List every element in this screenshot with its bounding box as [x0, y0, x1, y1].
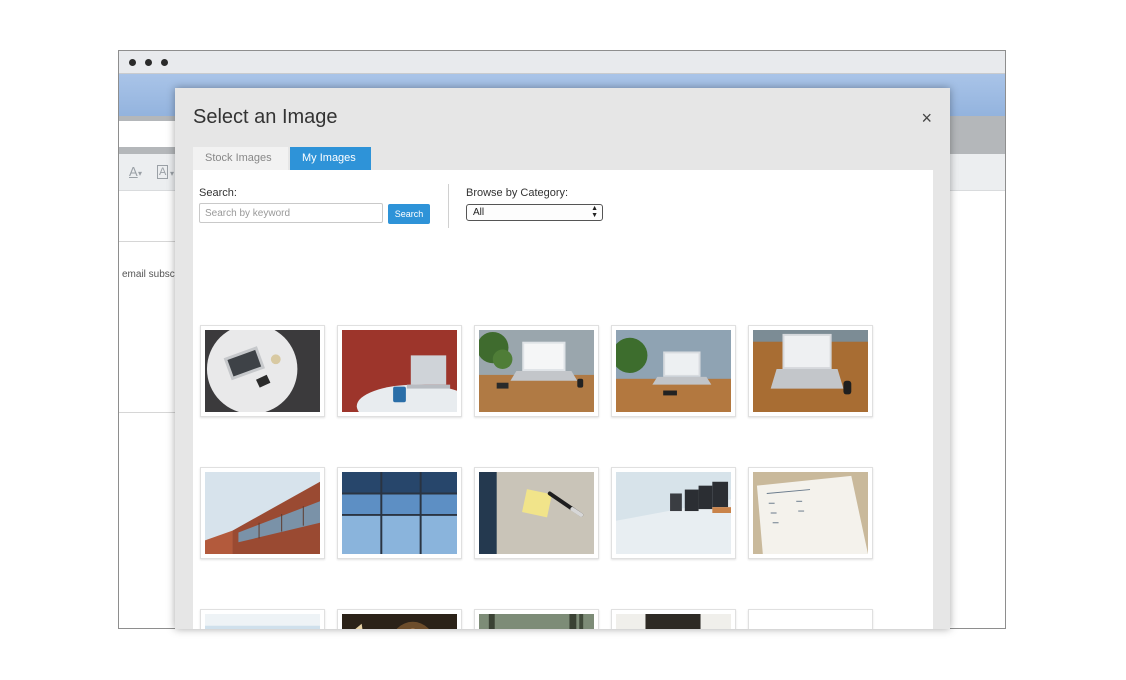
search-label: Search:: [199, 187, 237, 199]
window-dot-minimize[interactable]: [145, 59, 152, 66]
select-arrows-icon: ▲ ▼: [591, 205, 598, 219]
select-image-modal: Select an Image × Stock Images My Images…: [175, 88, 950, 629]
search-input[interactable]: [199, 203, 383, 223]
window-dot-close[interactable]: [129, 59, 136, 66]
image-thumbnail[interactable]: [611, 467, 736, 559]
editor-snippet-text: email subsc: [122, 269, 175, 280]
close-icon[interactable]: ×: [921, 108, 932, 129]
image-thumbnail[interactable]: [337, 325, 462, 417]
laptop-red-wall-image: [342, 330, 457, 412]
agenda-notepad-image: [753, 472, 868, 554]
image-thumbnail[interactable]: [611, 609, 736, 629]
highlight-color-icon: A: [157, 165, 169, 179]
image-thumbnail[interactable]: [748, 467, 873, 559]
category-select[interactable]: All ▲ ▼: [466, 204, 603, 221]
text-color-icon: A: [129, 164, 138, 179]
woman-reading-image: [342, 614, 457, 629]
window-titlebar: [119, 51, 1005, 74]
image-thumbnail[interactable]: [337, 609, 462, 629]
image-thumbnail[interactable]: [200, 325, 325, 417]
laptop-desk-plant-2-image: [616, 330, 731, 412]
section-divider: [448, 184, 449, 228]
laptop-wood-desk-image: [753, 330, 868, 412]
tab-my-images[interactable]: My Images: [290, 147, 371, 170]
editor-content: [119, 241, 179, 413]
tab-stock-images[interactable]: Stock Images: [193, 147, 288, 170]
image-thumbnail[interactable]: [748, 609, 873, 629]
image-thumbnail[interactable]: [474, 467, 599, 559]
image-thumbnail[interactable]: [474, 325, 599, 417]
category-label: Browse by Category:: [466, 187, 569, 199]
window-dot-maximize[interactable]: [161, 59, 168, 66]
conference-chairs-image: [616, 472, 731, 554]
pug-image: [753, 614, 868, 629]
image-thumbnail[interactable]: [200, 609, 325, 629]
search-button[interactable]: Search: [388, 204, 430, 224]
tab-panel: Search: Search Browse by Category: All ▲…: [193, 170, 933, 629]
image-thumbnail[interactable]: [200, 467, 325, 559]
glass-facade-image: [342, 472, 457, 554]
sticky-note-image: [479, 472, 594, 554]
dog-porch-image: [616, 614, 731, 629]
image-thumbnail[interactable]: [337, 467, 462, 559]
forest-road-image: [479, 614, 594, 629]
dropdown-caret-icon: ▾: [138, 169, 143, 178]
laptop-desk-plant-image: [479, 330, 594, 412]
brick-building-image: [205, 472, 320, 554]
app-subject-field: [119, 121, 179, 147]
category-selected-value: All: [473, 207, 485, 218]
image-thumbnail[interactable]: [611, 325, 736, 417]
dropdown-caret-icon: ▾: [170, 169, 175, 178]
image-thumbnail[interactable]: [474, 609, 599, 629]
laptop-top-view-image: [205, 330, 320, 412]
image-thumbnail[interactable]: [748, 325, 873, 417]
modal-title: Select an Image: [193, 106, 338, 128]
meeting-room-image: [205, 614, 320, 629]
